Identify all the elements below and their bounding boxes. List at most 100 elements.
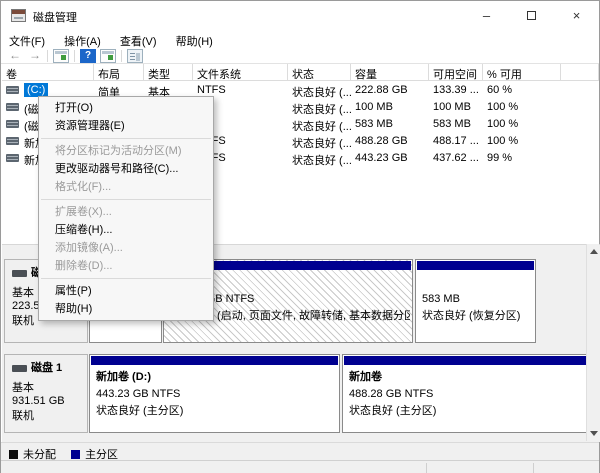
- disk-icon: [12, 270, 27, 277]
- column-header-pctfree[interactable]: % 可用: [483, 64, 561, 81]
- cell-pct: 99 %: [483, 150, 561, 167]
- partition-size: 488.28 GB NTFS: [349, 386, 585, 403]
- menu-item-mark-active: 将分区标记为活动分区(M): [39, 142, 213, 160]
- menu-item-delete-volume: 删除卷(D)...: [39, 257, 213, 275]
- menu-separator: [41, 278, 211, 279]
- disk1-status: 联机: [12, 407, 87, 423]
- toolbar: ← → ?: [1, 49, 599, 64]
- menu-item-properties[interactable]: 属性(P): [39, 282, 213, 300]
- cell-capacity: 583 MB: [351, 116, 429, 133]
- disk1-size: 931.51 GB: [12, 395, 87, 407]
- menu-item-format: 格式化(F)...: [39, 178, 213, 196]
- maximize-button[interactable]: [509, 1, 554, 30]
- app-icon: [11, 9, 26, 22]
- menu-item-add-mirror: 添加镜像(A)...: [39, 239, 213, 257]
- partition-name: 新加卷 (D:): [96, 369, 337, 386]
- disk1-type: 基本: [12, 379, 87, 395]
- context-menu: 打开(O) 资源管理器(E) 将分区标记为活动分区(M) 更改驱动器号和路径(C…: [38, 96, 214, 321]
- menu-item-explorer[interactable]: 资源管理器(E): [39, 117, 213, 135]
- menu-item-open[interactable]: 打开(O): [39, 99, 213, 117]
- maximize-icon: [527, 11, 536, 20]
- column-header-free[interactable]: 可用空间: [429, 64, 483, 81]
- toolbar-separator: [47, 50, 48, 62]
- cell-status: 状态良好 (...: [288, 116, 351, 133]
- disk1-row: 磁盘 1 基本 931.51 GB 联机 新加卷 (D:) 443.23 GB …: [4, 354, 588, 433]
- column-header-filesystem[interactable]: 文件系统: [193, 64, 288, 81]
- disk1-partition-newvol[interactable]: 新加卷 488.28 GB NTFS 状态良好 (主分区): [342, 354, 588, 433]
- disk1-name: 磁盘 1: [31, 362, 62, 374]
- forward-icon[interactable]: →: [27, 49, 43, 63]
- cell-pct: 100 %: [483, 99, 561, 116]
- properties-panel-icon[interactable]: [127, 49, 143, 63]
- partition-color-bar: [344, 356, 586, 365]
- status-bar: [1, 460, 599, 473]
- volume-icon: [6, 103, 19, 111]
- menu-item-shrink-volume[interactable]: 压缩卷(H)...: [39, 221, 213, 239]
- selected-volume-label: (C:): [24, 83, 48, 97]
- cell-free: 100 MB: [429, 99, 483, 116]
- disk1-partition-d[interactable]: 新加卷 (D:) 443.23 GB NTFS 状态良好 (主分区): [89, 354, 340, 433]
- console-window-icon[interactable]: [100, 49, 116, 63]
- cell-status: 状态良好 (...: [288, 150, 351, 167]
- partition-size: 443.23 GB NTFS: [96, 386, 337, 403]
- vertical-scrollbar[interactable]: [586, 244, 599, 441]
- partition-name: 新加卷: [349, 369, 585, 386]
- cell-status: 状态良好 (...: [288, 133, 351, 150]
- volume-icon: [6, 154, 19, 162]
- menu-action[interactable]: 操作(A): [56, 30, 109, 49]
- toolbar-separator: [74, 50, 75, 62]
- cell-capacity: 100 MB: [351, 99, 429, 116]
- menu-help[interactable]: 帮助(H): [168, 30, 221, 49]
- disk1-label-panel[interactable]: 磁盘 1 基本 931.51 GB 联机: [4, 354, 88, 433]
- disk0-partition-recovery[interactable]: 583 MB 状态良好 (恢复分区): [415, 259, 536, 343]
- disk-icon: [12, 365, 27, 372]
- back-icon[interactable]: ←: [7, 49, 23, 63]
- cell-free: 488.17 ...: [429, 133, 483, 150]
- partition-name: [422, 274, 533, 291]
- partition-size: 583 MB: [422, 291, 533, 308]
- cell-status: 状态良好 (...: [288, 99, 351, 116]
- cell-capacity: 443.23 GB: [351, 150, 429, 167]
- volume-icon: [6, 120, 19, 128]
- volume-icon: [6, 137, 19, 145]
- close-button[interactable]: ×: [554, 1, 599, 30]
- volume-icon: [6, 86, 19, 94]
- menubar: 文件(F) 操作(A) 查看(V) 帮助(H): [1, 30, 599, 49]
- partition-status: 状态良好 (主分区): [96, 403, 337, 420]
- primary-partition-color-swatch: [71, 450, 80, 459]
- column-header-empty: [561, 64, 599, 81]
- cell-free: 437.62 ...: [429, 150, 483, 167]
- menu-item-extend-volume: 扩展卷(X)...: [39, 203, 213, 221]
- cell-free: 583 MB: [429, 116, 483, 133]
- menu-item-change-drive-letter[interactable]: 更改驱动器号和路径(C)...: [39, 160, 213, 178]
- legend: 未分配 主分区: [1, 442, 599, 460]
- menu-file[interactable]: 文件(F): [1, 30, 53, 49]
- partition-status: 状态良好 (恢复分区): [422, 308, 533, 325]
- cell-capacity: 222.88 GB: [351, 82, 429, 99]
- console-window-icon[interactable]: [53, 49, 69, 63]
- menu-view[interactable]: 查看(V): [112, 30, 165, 49]
- column-header-status[interactable]: 状态: [288, 64, 351, 81]
- column-header-type[interactable]: 类型: [144, 64, 193, 81]
- scroll-up-icon[interactable]: [590, 249, 598, 254]
- statusbar-divider: [533, 463, 534, 473]
- cell-status: 状态良好 (...: [288, 82, 351, 99]
- toolbar-separator: [121, 50, 122, 62]
- column-header-layout[interactable]: 布局: [94, 64, 144, 81]
- column-header-volume[interactable]: 卷: [2, 64, 94, 81]
- cell-pct: 100 %: [483, 116, 561, 133]
- partition-color-bar: [91, 356, 338, 365]
- cell-pct: 60 %: [483, 82, 561, 99]
- menu-item-help[interactable]: 帮助(H): [39, 300, 213, 318]
- titlebar: 磁盘管理 – ×: [1, 1, 599, 30]
- scroll-down-icon[interactable]: [590, 431, 598, 436]
- minimize-button[interactable]: –: [464, 1, 509, 30]
- cell-free: 133.39 ...: [429, 82, 483, 99]
- cell-pct: 100 %: [483, 133, 561, 150]
- column-header-capacity[interactable]: 容量: [351, 64, 429, 81]
- help-icon[interactable]: ?: [80, 49, 96, 63]
- menu-separator: [41, 199, 211, 200]
- disk-management-window: 磁盘管理 – × 文件(F) 操作(A) 查看(V) 帮助(H) ← → ? 卷…: [0, 0, 600, 473]
- menu-separator: [41, 138, 211, 139]
- statusbar-divider: [426, 463, 427, 473]
